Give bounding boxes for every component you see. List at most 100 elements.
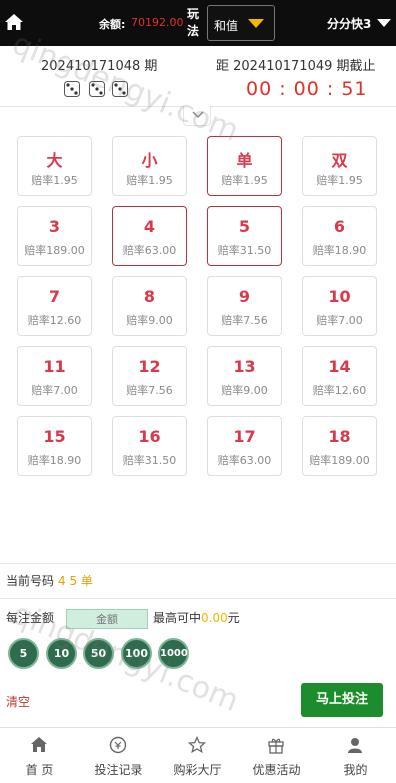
cell-odds: 赔率18.90 bbox=[27, 454, 82, 467]
bet-cell-16[interactable]: 16 赔率31.50 bbox=[112, 416, 187, 476]
bet-cell-12[interactable]: 12 赔率7.56 bbox=[112, 346, 187, 406]
cell-odds: 赔率18.90 bbox=[312, 244, 367, 257]
cell-label: 11 bbox=[43, 357, 66, 376]
cell-odds: 赔率12.60 bbox=[27, 314, 82, 327]
cell-odds: 赔率189.00 bbox=[24, 244, 85, 257]
chevron-down-icon bbox=[192, 111, 204, 119]
bet-cell-small[interactable]: 小赔率1.95 bbox=[112, 136, 187, 196]
cell-label: 12 bbox=[138, 357, 161, 376]
cell-odds: 赔率7.00 bbox=[31, 384, 78, 397]
tab-mine[interactable]: 我的 bbox=[316, 728, 395, 783]
cell-label: 10 bbox=[328, 287, 351, 306]
chip-1000-button[interactable]: 1000 bbox=[158, 638, 189, 669]
cell-odds: 赔率31.50 bbox=[217, 244, 272, 257]
cell-odds: 赔率63.00 bbox=[122, 244, 177, 257]
tab-label: 投注记录 bbox=[94, 763, 143, 777]
cell-label: 双 bbox=[331, 151, 348, 170]
cell-label: 7 bbox=[48, 287, 61, 306]
tab-lottery-hall[interactable]: 购彩大厅 bbox=[158, 728, 237, 783]
bet-cell-6[interactable]: 6 赔率18.90 bbox=[302, 206, 377, 266]
bet-cell-11[interactable]: 11 赔率7.00 bbox=[17, 346, 92, 406]
chip-100-button[interactable]: 100 bbox=[121, 638, 152, 669]
cell-odds: 赔率7.00 bbox=[316, 314, 363, 327]
cell-label: 18 bbox=[328, 427, 351, 446]
cell-label: 17 bbox=[233, 427, 256, 446]
caret-down-icon bbox=[248, 19, 264, 28]
next-period: 距 202410171049 期截止 bbox=[216, 59, 376, 74]
amount-input[interactable] bbox=[66, 609, 148, 629]
chip-5-button[interactable]: 5 bbox=[8, 638, 39, 669]
cell-odds: 赔率9.00 bbox=[126, 314, 173, 327]
bet-cell-odd[interactable]: 单赔率1.95 bbox=[207, 136, 282, 196]
star-icon bbox=[188, 736, 206, 754]
play-mode-label: 玩法 bbox=[187, 7, 200, 38]
die-3-icon bbox=[112, 81, 128, 97]
cell-label: 15 bbox=[43, 427, 66, 446]
bet-cell-even[interactable]: 双赔率1.95 bbox=[302, 136, 377, 196]
tab-bet-records[interactable]: 投注记录 bbox=[79, 728, 158, 783]
expand-history-button[interactable] bbox=[183, 106, 211, 126]
clear-button[interactable]: 清空 bbox=[6, 693, 30, 710]
place-bet-button[interactable]: 马上投注 bbox=[301, 683, 383, 717]
user-icon bbox=[348, 738, 362, 753]
tab-promotions[interactable]: 优惠活动 bbox=[237, 728, 316, 783]
balance-label: 余额: bbox=[99, 18, 126, 31]
bet-cell-8[interactable]: 8 赔率9.00 bbox=[112, 276, 187, 336]
bet-cell-18[interactable]: 18 赔率189.00 bbox=[302, 416, 377, 476]
cell-odds: 赔率189.00 bbox=[309, 454, 370, 467]
bet-cell-7[interactable]: 7 赔率12.60 bbox=[17, 276, 92, 336]
tab-label: 购彩大厅 bbox=[173, 763, 222, 777]
bet-cell-big[interactable]: 大赔率1.95 bbox=[17, 136, 92, 196]
per-bet-amount-label: 每注金额 bbox=[6, 611, 55, 625]
cell-label: 9 bbox=[238, 287, 251, 306]
bet-cell-13[interactable]: 13 赔率9.00 bbox=[207, 346, 282, 406]
die-3-icon bbox=[64, 81, 80, 97]
cell-odds: 赔率7.56 bbox=[221, 314, 268, 327]
play-mode-value: 和值 bbox=[214, 19, 239, 33]
current-selection: 当前号码 4 5 单 bbox=[6, 572, 93, 589]
bet-cell-9[interactable]: 9 赔率7.56 bbox=[207, 276, 282, 336]
cell-odds: 赔率1.95 bbox=[221, 174, 268, 187]
caret-down-icon[interactable] bbox=[377, 19, 391, 27]
coin-icon bbox=[109, 736, 127, 754]
balance-value: 70192.00 bbox=[131, 16, 184, 29]
tab-label: 优惠活动 bbox=[252, 763, 301, 777]
cell-odds: 赔率7.56 bbox=[126, 384, 173, 397]
max-win-unit: 元 bbox=[227, 611, 240, 625]
bet-cell-3[interactable]: 3 赔率189.00 bbox=[17, 206, 92, 266]
bet-cell-4[interactable]: 4 赔率63.00 bbox=[112, 206, 187, 266]
cell-label: 8 bbox=[143, 287, 156, 306]
max-win: 最高可中0.00元 bbox=[153, 609, 240, 626]
chip-50-button[interactable]: 50 bbox=[83, 638, 114, 669]
bet-cell-17[interactable]: 17 赔率63.00 bbox=[207, 416, 282, 476]
cell-odds: 赔率31.50 bbox=[122, 454, 177, 467]
tab-home[interactable]: 首 页 bbox=[0, 728, 79, 783]
cell-label: 13 bbox=[233, 357, 256, 376]
die-3-icon bbox=[89, 81, 105, 97]
cell-label: 6 bbox=[333, 217, 346, 236]
cell-odds: 赔率9.00 bbox=[221, 384, 268, 397]
bet-cell-15[interactable]: 15 赔率18.90 bbox=[17, 416, 92, 476]
cell-label: 单 bbox=[236, 151, 253, 170]
current-selection-label: 当前号码 bbox=[6, 574, 55, 588]
tab-label: 我的 bbox=[343, 763, 368, 777]
cell-label: 3 bbox=[48, 217, 61, 236]
bet-cell-10[interactable]: 10 赔率7.00 bbox=[302, 276, 377, 336]
divider bbox=[0, 563, 396, 564]
cell-odds: 赔率1.95 bbox=[316, 174, 363, 187]
cell-odds: 赔率1.95 bbox=[126, 174, 173, 187]
play-mode-select[interactable]: 和值 bbox=[207, 5, 275, 41]
home-icon[interactable] bbox=[4, 12, 24, 32]
cell-label: 大 bbox=[46, 151, 63, 170]
max-win-value: 0.00 bbox=[201, 611, 228, 625]
game-selector[interactable]: 分分快3 bbox=[327, 15, 371, 32]
current-period: 202410171048 期 bbox=[41, 59, 158, 74]
bet-cell-14[interactable]: 14 赔率12.60 bbox=[302, 346, 377, 406]
max-win-label: 最高可中 bbox=[153, 611, 202, 625]
home-icon bbox=[31, 737, 47, 752]
chip-10-button[interactable]: 10 bbox=[46, 638, 77, 669]
bet-cell-5[interactable]: 5 赔率31.50 bbox=[207, 206, 282, 266]
cell-label: 4 bbox=[143, 217, 156, 236]
cell-label: 16 bbox=[138, 427, 161, 446]
cell-odds: 赔率1.95 bbox=[31, 174, 78, 187]
